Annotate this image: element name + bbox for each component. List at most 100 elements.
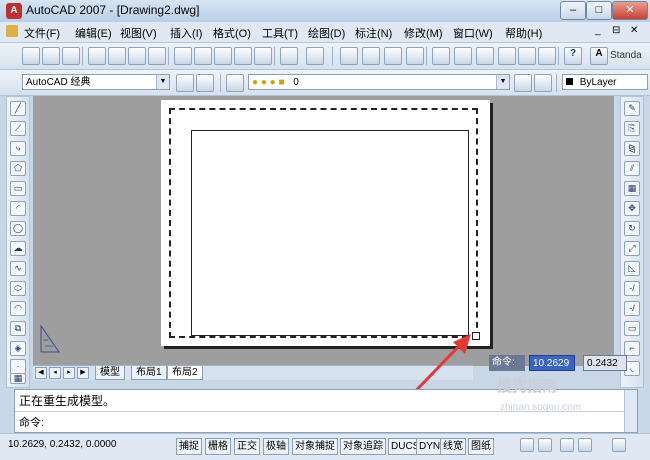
ortho-toggle[interactable]: 正交 bbox=[234, 438, 260, 455]
array-icon[interactable]: ▦ bbox=[624, 181, 640, 196]
redo-icon[interactable] bbox=[306, 47, 324, 65]
circle-icon[interactable]: ◯ bbox=[10, 221, 26, 236]
menu-dimension[interactable]: 标注(N) bbox=[355, 25, 392, 41]
paper-toggle[interactable]: 图纸 bbox=[468, 438, 494, 455]
block-editor-icon[interactable] bbox=[254, 47, 272, 65]
markup-icon[interactable] bbox=[518, 47, 536, 65]
drawing-area[interactable] bbox=[33, 96, 614, 366]
clean-screen-icon[interactable] bbox=[612, 438, 626, 452]
chamfer-icon[interactable]: ⌐ bbox=[624, 341, 640, 356]
mirror-icon[interactable]: ⧎ bbox=[624, 141, 640, 156]
minimize-button[interactable]: – bbox=[560, 1, 586, 20]
menu-insert[interactable]: 插入(I) bbox=[170, 25, 202, 41]
preview-icon[interactable] bbox=[108, 47, 126, 65]
snap-toggle[interactable]: 捕捉 bbox=[176, 438, 202, 455]
revision-cloud-icon[interactable]: ☁ bbox=[10, 241, 26, 256]
match-properties-icon[interactable] bbox=[234, 47, 252, 65]
workspace-settings-icon[interactable] bbox=[176, 74, 194, 92]
trim-icon[interactable]: -/ bbox=[624, 281, 640, 296]
point-icon[interactable]: · bbox=[10, 359, 26, 374]
menu-file[interactable]: 文件(F) bbox=[24, 25, 60, 41]
menu-format[interactable]: 格式(O) bbox=[213, 25, 251, 41]
menu-draw[interactable]: 绘图(D) bbox=[308, 25, 345, 41]
tab-layout2[interactable]: 布局2 bbox=[167, 366, 203, 380]
tool-palettes-icon[interactable] bbox=[476, 47, 494, 65]
zoom-window-icon[interactable] bbox=[384, 47, 402, 65]
layout-viewport[interactable] bbox=[191, 130, 469, 336]
sheet-set-icon[interactable] bbox=[498, 47, 516, 65]
next-tab-icon[interactable]: ▸ bbox=[63, 367, 75, 379]
doc-restore-button[interactable]: ⊟ bbox=[612, 25, 620, 36]
coordinate-display[interactable]: 10.2629, 0.2432, 0.0000 bbox=[8, 439, 116, 450]
properties-icon[interactable] bbox=[432, 47, 450, 65]
rotate-icon[interactable]: ↻ bbox=[624, 221, 640, 236]
arc-icon[interactable]: ◜ bbox=[10, 201, 26, 216]
construction-line-icon[interactable]: ⟋ bbox=[10, 121, 26, 136]
stretch-icon[interactable]: ◺ bbox=[624, 261, 640, 276]
cut-icon[interactable] bbox=[174, 47, 192, 65]
menu-edit[interactable]: 编辑(E) bbox=[75, 25, 112, 41]
save-icon[interactable] bbox=[62, 47, 80, 65]
layer-previous-icon[interactable] bbox=[534, 74, 552, 92]
polar-toggle[interactable]: 极轴 bbox=[263, 438, 289, 455]
menu-modify[interactable]: 修改(M) bbox=[404, 25, 443, 41]
color-combo[interactable]: ByLayer bbox=[562, 74, 648, 90]
text-style-icon[interactable]: A bbox=[590, 47, 608, 65]
autocad-app-icon[interactable]: A bbox=[6, 3, 22, 19]
layer-combo[interactable]: ● ● ● ■ 0 ▼ bbox=[248, 74, 510, 90]
new-icon[interactable] bbox=[22, 47, 40, 65]
make-block-icon[interactable]: ◈ bbox=[10, 341, 26, 356]
insert-block-icon[interactable]: ⧉ bbox=[10, 321, 26, 336]
copy-icon[interactable] bbox=[194, 47, 212, 65]
design-center-icon[interactable] bbox=[454, 47, 472, 65]
open-icon[interactable] bbox=[42, 47, 60, 65]
last-tab-icon[interactable]: ▶ bbox=[77, 367, 89, 379]
break-icon[interactable]: ▭ bbox=[624, 321, 640, 336]
rectangle-icon[interactable]: ▭ bbox=[10, 181, 26, 196]
menu-window[interactable]: 窗口(W) bbox=[453, 25, 493, 41]
spline-icon[interactable]: ∿ bbox=[10, 261, 26, 276]
otrack-toggle[interactable]: 对象追踪 bbox=[340, 438, 386, 455]
ellipse-arc-icon[interactable]: ◠ bbox=[10, 301, 26, 316]
dynamic-input-y[interactable]: 0.2432 bbox=[583, 355, 627, 371]
line-icon[interactable]: ╱ bbox=[10, 101, 26, 116]
erase-icon[interactable]: ✎ bbox=[624, 101, 640, 116]
osnap-toggle[interactable]: 对象捕捉 bbox=[292, 438, 338, 455]
menu-view[interactable]: 视图(V) bbox=[120, 25, 157, 41]
prev-tab-icon[interactable]: ◂ bbox=[49, 367, 61, 379]
offset-icon[interactable]: ⫽ bbox=[624, 161, 640, 176]
make-current-layer-icon[interactable] bbox=[514, 74, 532, 92]
document-icon[interactable] bbox=[6, 25, 18, 37]
chevron-down-icon[interactable]: ▼ bbox=[496, 75, 509, 89]
layer-manager-icon[interactable] bbox=[226, 74, 244, 92]
zoom-previous-icon[interactable] bbox=[406, 47, 424, 65]
help-icon[interactable]: ? bbox=[564, 47, 582, 65]
command-scrollbar[interactable] bbox=[624, 390, 637, 432]
command-prompt[interactable]: 命令: bbox=[19, 414, 44, 430]
doc-minimize-button[interactable]: _ bbox=[595, 25, 601, 36]
zoom-realtime-icon[interactable] bbox=[362, 47, 380, 65]
publish-icon[interactable] bbox=[128, 47, 146, 65]
dynamic-input-x[interactable]: 10.2629 bbox=[529, 355, 575, 371]
doc-close-button[interactable]: ✕ bbox=[630, 25, 638, 36]
menu-tools[interactable]: 工具(T) bbox=[262, 25, 298, 41]
undo-icon[interactable] bbox=[280, 47, 298, 65]
text-style-combo[interactable]: Standa bbox=[610, 50, 642, 61]
tab-model[interactable]: 模型 bbox=[95, 366, 125, 380]
workspace-combo[interactable]: AutoCAD 经典 ▼ bbox=[22, 74, 170, 90]
toolbar-lock-icon[interactable] bbox=[560, 438, 574, 452]
polyline-icon[interactable]: ⤷ bbox=[10, 141, 26, 156]
workspace-save-icon[interactable] bbox=[196, 74, 214, 92]
copy-object-icon[interactable]: ⎘ bbox=[624, 121, 640, 136]
chevron-down-icon[interactable]: ▼ bbox=[156, 75, 169, 89]
maximize-button[interactable]: □ bbox=[586, 1, 612, 20]
grid-toggle[interactable]: 栅格 bbox=[205, 438, 231, 455]
calculator-icon[interactable] bbox=[538, 47, 556, 65]
close-button[interactable]: ✕ bbox=[612, 1, 648, 20]
lineweight-toggle[interactable]: 线宽 bbox=[440, 438, 466, 455]
polygon-icon[interactable]: ⬠ bbox=[10, 161, 26, 176]
plot-icon[interactable] bbox=[148, 47, 166, 65]
extend-icon[interactable]: -/ bbox=[624, 301, 640, 316]
first-tab-icon[interactable]: ◀ bbox=[35, 367, 47, 379]
pan-icon[interactable] bbox=[340, 47, 358, 65]
